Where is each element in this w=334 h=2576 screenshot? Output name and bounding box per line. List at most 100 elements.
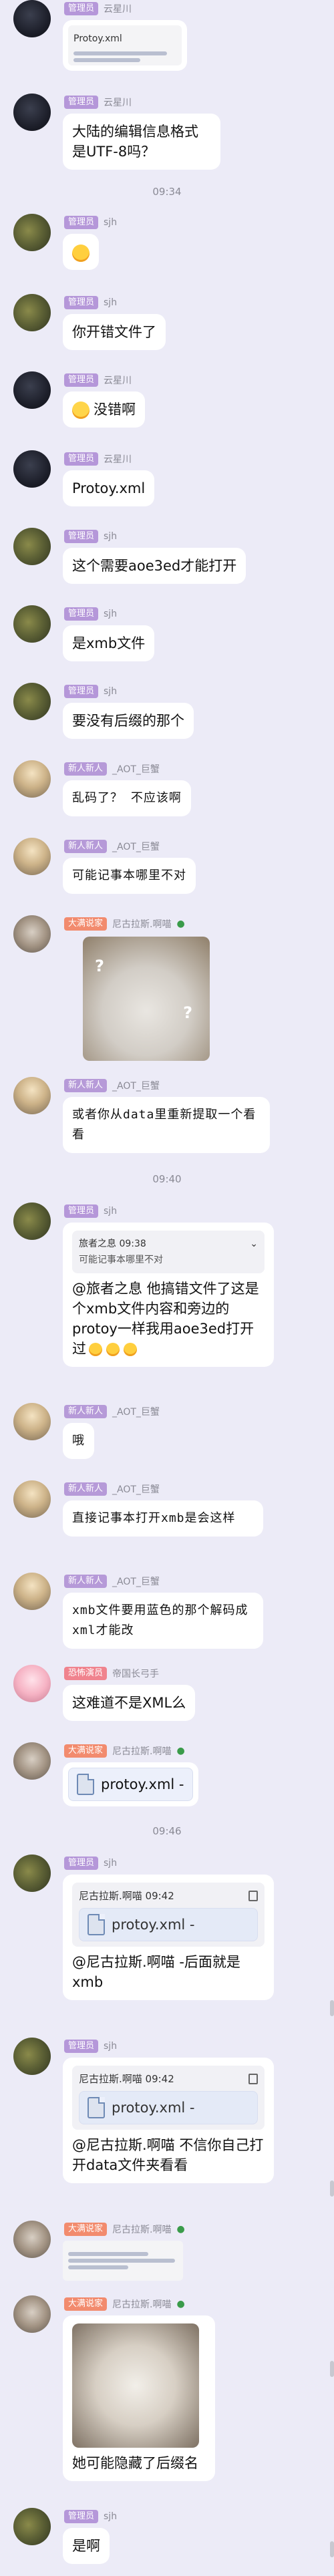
avatar[interactable]: [13, 1573, 51, 1610]
frog-icon: ●: [176, 2224, 185, 2235]
avatar[interactable]: [13, 214, 51, 251]
avatar[interactable]: [13, 2221, 51, 2258]
message-text: @尼古拉斯.啊喵 不信你自己打开data文件夹看看: [72, 2137, 264, 2173]
message-bubble[interactable]: 乱码了？ 不应该啊: [63, 780, 191, 816]
message-bubble[interactable]: [63, 234, 99, 270]
sender-name: 云星川: [104, 375, 132, 386]
avatar[interactable]: [13, 683, 51, 720]
message-bubble[interactable]: 没错啊: [63, 391, 145, 428]
avatar[interactable]: [13, 0, 51, 37]
role-badge: 新人新人: [64, 1575, 108, 1588]
file-name: protoy.xml -: [112, 1917, 195, 1933]
smug-emoji-icon: [72, 401, 90, 419]
scrollbar-thumb[interactable]: [330, 2541, 334, 2557]
scrollbar-thumb[interactable]: [330, 2000, 334, 2016]
cat-meme-image[interactable]: ? ?: [83, 937, 210, 1061]
avatar[interactable]: [13, 294, 51, 331]
avatar[interactable]: [13, 1665, 51, 1702]
avatar[interactable]: [13, 2295, 51, 2333]
avatar[interactable]: [13, 528, 51, 565]
sender-name: sjh: [104, 686, 118, 697]
avatar[interactable]: [13, 1480, 51, 1518]
timestamp: 09:46: [152, 1825, 182, 1837]
message-bubble[interactable]: xmb文件要用蓝色的那个解码成xml才能改: [63, 1593, 263, 1649]
screenshot-image[interactable]: [63, 2241, 183, 2281]
avatar[interactable]: [13, 2038, 51, 2075]
avatar[interactable]: [13, 605, 51, 643]
quote-arrow-icon: ⌄: [250, 1239, 258, 1249]
pin-icon: [248, 1891, 258, 1901]
image-message[interactable]: Protoy.xml: [63, 20, 187, 71]
role-badge: 新人新人: [64, 1079, 108, 1092]
quoted-message[interactable]: 尼古拉斯.啊喵 09:42 protoy.xml -: [72, 1883, 265, 1947]
message-bubble[interactable]: 她可能隐藏了后缀名: [63, 2315, 215, 2481]
role-badge: 管理员: [64, 216, 99, 229]
role-badge: 管理员: [64, 2, 99, 15]
avatar[interactable]: [13, 1077, 51, 1114]
message-bubble[interactable]: 尼古拉斯.啊喵 09:42 protoy.xml - @尼古拉斯.啊喵 不信你自…: [63, 2058, 274, 2183]
question-mark-icon: ?: [183, 1003, 192, 1022]
role-badge: 管理员: [64, 1204, 99, 1218]
message-bubble[interactable]: 是xmb文件: [63, 625, 155, 661]
file-icon: [88, 2097, 105, 2118]
quote-header: 尼古拉斯.啊喵 09:42: [79, 1890, 174, 1902]
question-mark-icon: ?: [95, 957, 104, 975]
avatar[interactable]: [13, 760, 51, 798]
avatar[interactable]: [13, 838, 51, 875]
avatar[interactable]: [13, 371, 51, 409]
sender-name: sjh: [104, 609, 118, 619]
message-bubble[interactable]: 可能记事本哪里不对: [63, 858, 196, 894]
avatar[interactable]: [13, 915, 51, 953]
quoted-message[interactable]: 尼古拉斯.啊喵 09:42 protoy.xml -: [72, 2066, 265, 2130]
message-text: @尼古拉斯.啊喵 -后面就是xmb: [72, 1954, 240, 1990]
message-text: 没错啊: [94, 401, 136, 418]
file-message[interactable]: protoy.xml -: [63, 1762, 198, 1806]
sender-name: sjh: [104, 1858, 118, 1869]
message-bubble[interactable]: 直接记事本打开xmb是会这样: [63, 1500, 263, 1537]
message-bubble[interactable]: 要没有后缀的那个: [63, 703, 194, 739]
avatar[interactable]: [13, 94, 51, 131]
quoted-message[interactable]: 旅者之息 09:38 ⌄ 可能记事本哪里不对: [72, 1231, 265, 1273]
role-badge: 管理员: [64, 2510, 99, 2523]
message-bubble[interactable]: 大陆的编辑信息格式是UTF-8吗？: [63, 114, 220, 170]
message-bubble[interactable]: 这难道不是XML么: [63, 1685, 196, 1721]
avatar[interactable]: [13, 1855, 51, 1892]
message-text: @旅者之息 他搞错文件了这是个xmb文件内容和旁边的protoy一样我用aoe3…: [72, 1281, 259, 1357]
avatar[interactable]: [13, 450, 51, 488]
sender-name: _AOT_巨蟹: [112, 1081, 160, 1092]
sender-name: 尼古拉斯.啊喵: [112, 919, 172, 930]
message-bubble[interactable]: 哦: [63, 1423, 94, 1459]
role-badge: 管理员: [64, 2040, 99, 2053]
sender-name: 尼古拉斯.啊喵: [112, 2299, 172, 2310]
sender-name: sjh: [104, 297, 118, 308]
chat-feed: 管理员 云星川 Protoy.xml 管理员 云星川 大陆的编辑信息格式是UTF…: [0, 0, 334, 2576]
avatar[interactable]: [13, 1202, 51, 1240]
role-badge: 管理员: [64, 530, 99, 543]
sender-name: sjh: [104, 1206, 118, 1217]
role-badge: 管理员: [64, 607, 99, 621]
message-bubble[interactable]: 尼古拉斯.啊喵 09:42 protoy.xml - @尼古拉斯.啊喵 -后面就…: [63, 1875, 274, 2000]
message-bubble[interactable]: 这个需要aoe3ed才能打开: [63, 548, 246, 584]
role-badge: 管理员: [64, 685, 99, 698]
sender-name: 云星川: [104, 98, 132, 108]
sender-name: sjh: [104, 531, 118, 542]
message-bubble[interactable]: 或者你从data里重新提取一个看看: [63, 1097, 270, 1153]
sender-name: sjh: [104, 2511, 118, 2522]
avatar[interactable]: [13, 1742, 51, 1780]
message-bubble[interactable]: Protoy.xml: [63, 470, 155, 506]
message-bubble[interactable]: 是啊: [63, 2528, 110, 2564]
message-bubble[interactable]: 旅者之息 09:38 ⌄ 可能记事本哪里不对 @旅者之息 他搞错文件了这是个xm…: [63, 1223, 274, 1367]
role-badge: 管理员: [64, 96, 99, 109]
cat-photo-image[interactable]: [72, 2323, 199, 2448]
avatar[interactable]: [13, 2508, 51, 2545]
sender-name: 云星川: [104, 4, 132, 15]
file-icon: [77, 1774, 94, 1795]
scrollbar-thumb[interactable]: [330, 2181, 334, 2197]
role-badge: 大满说家: [64, 917, 108, 931]
message-bubble[interactable]: 你开错文件了: [63, 314, 166, 350]
sender-name: _AOT_巨蟹: [112, 1577, 160, 1587]
avatar[interactable]: [13, 1403, 51, 1440]
quote-header: 旅者之息 09:38: [79, 1239, 146, 1249]
scrollbar-thumb[interactable]: [330, 2361, 334, 2377]
role-badge: 新人新人: [64, 762, 108, 776]
